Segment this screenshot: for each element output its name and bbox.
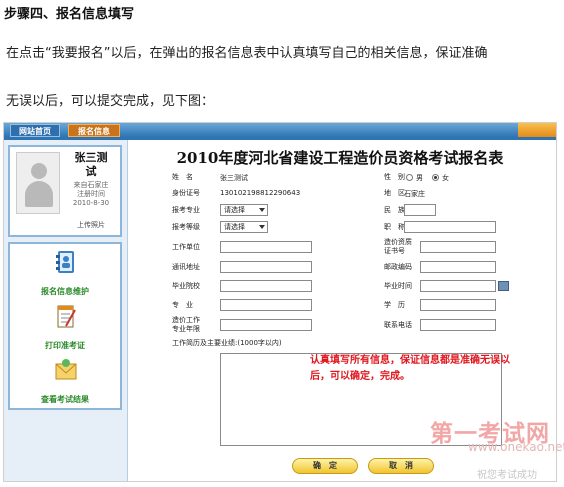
name-label: 姓 名 xyxy=(172,173,193,181)
school-label: 毕业院校 xyxy=(172,282,200,290)
cert-number-input[interactable] xyxy=(420,241,496,253)
avatar-head-icon xyxy=(31,163,47,179)
menu-item-label: 报名信息维护 xyxy=(41,287,89,296)
notepad-pen-icon xyxy=(57,305,76,328)
gender-female-radio[interactable] xyxy=(432,174,439,181)
menu-item-print-admission[interactable]: 打印准考证 xyxy=(10,304,120,354)
cert-label-line2: 证书号 xyxy=(384,247,405,255)
avatar-body-icon xyxy=(25,181,53,207)
address-input[interactable] xyxy=(220,261,312,273)
phone-input[interactable] xyxy=(420,319,496,331)
menu-item-label: 查看考试结果 xyxy=(41,395,89,404)
profile-name: 张三测 试 xyxy=(62,151,120,179)
specialty-label: 专 业 xyxy=(172,301,193,309)
cancel-button[interactable]: 取 消 xyxy=(368,458,434,474)
upload-photo-link[interactable]: 上传照片 xyxy=(62,220,120,230)
specialty-input[interactable] xyxy=(220,299,312,311)
side-menu: 报名信息维护 打印准考证 查看考试结果 xyxy=(8,242,122,410)
profile-location: 来自石家庄 xyxy=(73,181,109,189)
gender-male-label: 男 xyxy=(416,174,423,182)
years-label: 造价工作 专业年限 xyxy=(172,316,200,334)
resume-label: 工作简历及主要业绩:(1000字以内) xyxy=(172,339,282,347)
education-input[interactable] xyxy=(420,299,496,311)
address-label: 通讯地址 xyxy=(172,263,200,271)
postcode-input[interactable] xyxy=(420,261,496,273)
major-label: 报考专业 xyxy=(172,206,200,214)
phone-label: 联系电话 xyxy=(384,321,412,329)
tab-home[interactable]: 网站首页 xyxy=(10,124,60,137)
years-input[interactable] xyxy=(220,319,312,331)
gender-male-radio[interactable] xyxy=(406,174,413,181)
calendar-icon[interactable] xyxy=(498,281,509,291)
chevron-down-icon xyxy=(259,225,265,229)
left-sidebar: 张三测 试 来自石家庄 注册时间 2010-8-30 上传照片 报名信息维护 打… xyxy=(4,140,128,481)
profile-reg-label: 注册时间 xyxy=(77,190,105,198)
region-label: 地 区 xyxy=(384,189,405,197)
instruction-paragraph-1: 在点击“我要报名”以后，在弹出的报名信息表中认真填写自己的相关信息，保证准确 xyxy=(6,46,488,61)
years-label-line2: 专业年限 xyxy=(172,325,200,333)
years-label-line1: 造价工作 xyxy=(172,316,200,324)
region-value: 石家庄 xyxy=(404,190,425,198)
profile-name-line1: 张三测 xyxy=(74,151,108,164)
title-input[interactable] xyxy=(404,221,496,233)
form-title: 2010年度河北省建设工程造价员资格考试报名表 xyxy=(176,149,504,167)
education-label: 学 历 xyxy=(384,301,405,309)
profile-name-line2: 试 xyxy=(85,165,97,178)
level-label: 报考等级 xyxy=(172,223,200,231)
menu-item-registration-maintenance[interactable]: 报名信息维护 xyxy=(10,250,120,300)
gender-label: 性 别 xyxy=(384,173,405,181)
ethnicity-label: 民 族 xyxy=(384,206,405,214)
school-input[interactable] xyxy=(220,280,312,292)
work-unit-label: 工作单位 xyxy=(172,243,200,251)
level-select[interactable]: 请选择 xyxy=(220,221,268,233)
menu-item-label: 打印准考证 xyxy=(45,341,85,350)
major-select[interactable]: 请选择 xyxy=(220,204,268,216)
tab-registration-info[interactable]: 报名信息 xyxy=(68,124,120,137)
gender-female-label: 女 xyxy=(442,174,449,182)
cert-label: 造价资质 证书号 xyxy=(384,238,412,256)
cert-label-line1: 造价资质 xyxy=(384,238,412,246)
watermark-url: www.onekao.net xyxy=(468,440,564,454)
chevron-down-icon xyxy=(259,208,265,212)
confirm-button[interactable]: 确 定 xyxy=(292,458,358,474)
id-label: 身份证号 xyxy=(172,189,200,197)
grad-time-input[interactable] xyxy=(420,280,496,292)
ethnicity-input[interactable] xyxy=(404,204,436,216)
address-book-icon xyxy=(56,251,74,273)
grad-time-label: 毕业时间 xyxy=(384,282,412,290)
envelope-icon xyxy=(55,359,77,380)
top-nav-bar: 网站首页 报名信息 xyxy=(4,123,556,137)
id-value: 130102198812290643 xyxy=(220,189,301,197)
title-label: 职 称 xyxy=(384,223,405,231)
postcode-label: 邮政编码 xyxy=(384,263,412,271)
instruction-paragraph-2: 无误以后，可以提交完成，见下图： xyxy=(6,94,215,109)
annotation-note: 认真填写所有信息，保证信息都是准确无误以后，可以确定，完成。 xyxy=(310,355,510,382)
step-heading: 步骤四、报名信息填写 xyxy=(4,7,135,22)
name-value: 张三测试 xyxy=(220,174,248,182)
top-bar-accent xyxy=(518,123,556,137)
profile-reg-date: 2010-8-30 xyxy=(72,199,110,207)
watermark-slogan: 祝您考试成功 xyxy=(477,470,537,481)
major-select-value: 请选择 xyxy=(224,206,245,214)
level-select-value: 请选择 xyxy=(224,223,245,231)
avatar xyxy=(16,152,60,214)
work-unit-input[interactable] xyxy=(220,241,312,253)
profile-card: 张三测 试 来自石家庄 注册时间 2010-8-30 上传照片 xyxy=(8,145,122,237)
menu-item-view-results[interactable]: 查看考试结果 xyxy=(10,358,120,408)
